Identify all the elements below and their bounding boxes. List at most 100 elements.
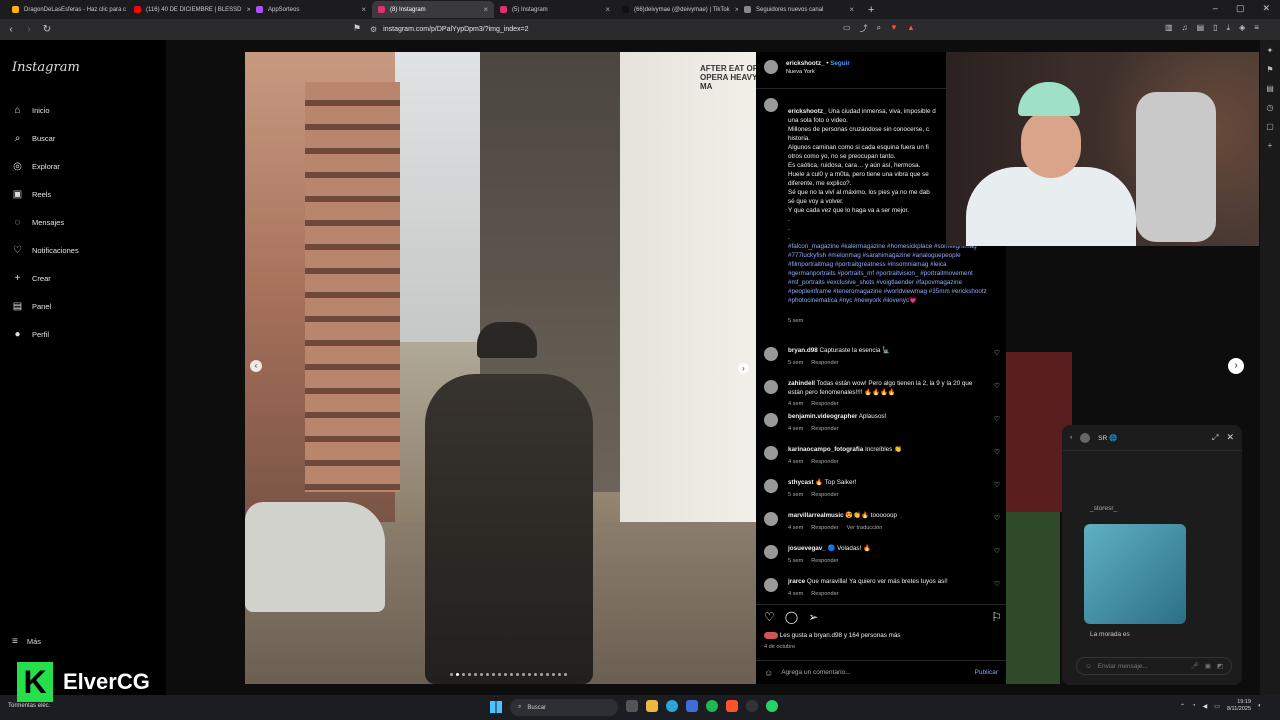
mic-icon[interactable]: 🎤︎ [1190, 662, 1198, 670]
weather-widget[interactable]: Tormentas eléc. [8, 703, 50, 709]
dm-avatar[interactable] [1080, 432, 1091, 443]
tab-close-icon[interactable]: × [483, 5, 488, 14]
reply-button[interactable]: Responder [811, 558, 838, 564]
sticker-icon[interactable]: ◩ [1217, 662, 1223, 670]
wifi-icon[interactable]: ◔ [1192, 703, 1196, 709]
comment-like-icon[interactable]: ♡ [994, 547, 1000, 555]
wallet-icon[interactable]: ◈ [1239, 23, 1245, 33]
share-icon[interactable]: ⤴ [860, 23, 868, 34]
follow-button[interactable]: Seguir [830, 60, 850, 67]
url-field[interactable]: ⚙ instagram.com/p/DPalYypDpm3/?img_index… [370, 22, 915, 37]
dm-shared-user[interactable]: _storesr_ [1090, 505, 1117, 512]
task-view-icon[interactable] [626, 700, 638, 712]
emoji-icon[interactable]: ☺ [1085, 663, 1092, 670]
likes-summary[interactable]: Les gusta a bryan.d98 y 164 personas más [764, 632, 901, 639]
tab-4[interactable]: (8) Instagram × [372, 1, 494, 18]
split-icon[interactable]: ▯ [1213, 23, 1217, 33]
dm-shared-image[interactable] [1084, 524, 1186, 624]
bookmarks-icon[interactable]: ⚑ [1266, 65, 1273, 74]
comment-like-icon[interactable]: ♡ [994, 349, 1000, 357]
reader-icon[interactable]: ▤ [1197, 23, 1205, 33]
obs-icon[interactable] [746, 700, 758, 712]
close-window-icon[interactable]: ✕ [1262, 3, 1270, 14]
comment-icon[interactable]: ◯ [785, 610, 798, 624]
commenter-avatar[interactable] [764, 545, 778, 559]
zoom-icon[interactable]: ⌕ [877, 23, 881, 34]
reply-button[interactable]: Responder [811, 525, 838, 531]
tab-7[interactable]: Seguidores nuevos canal × [738, 1, 860, 18]
sidebar-item-reels[interactable]: ▣ Reels [12, 180, 79, 208]
reload-icon[interactable]: ↻ [40, 24, 54, 35]
sidebar-item-panel[interactable]: ▤ Panel [12, 292, 79, 320]
reading-list-icon[interactable]: ▤ [1266, 84, 1274, 93]
tab-5[interactable]: (5) Instagram × [494, 1, 616, 18]
tab-2[interactable]: (116) 40 DE DICIEMBRE | BLESSD × [128, 1, 250, 18]
tab-6[interactable]: (66)deivymae (@deivymae) | TikTok × [616, 1, 738, 18]
brave-icon[interactable] [726, 700, 738, 712]
minimize-icon[interactable]: – [1213, 3, 1218, 14]
tab-close-icon[interactable]: × [361, 5, 366, 14]
comment-like-icon[interactable]: ♡ [994, 580, 1000, 588]
volume-icon[interactable]: ◀ [1203, 703, 1208, 710]
carousel-next-icon[interactable]: › [738, 363, 749, 374]
notification-icon[interactable]: ◐ [1258, 703, 1262, 709]
comment-username[interactable]: sthycast [788, 479, 814, 486]
battery-icon[interactable]: ▭ [1214, 703, 1220, 710]
comment-like-icon[interactable]: ♡ [994, 415, 1000, 423]
sidebar-item-notificaciones[interactable]: ♡ Notificaciones [12, 236, 79, 264]
add-panel-icon[interactable]: + [1268, 141, 1273, 150]
image-icon[interactable]: ▣ [1205, 662, 1211, 670]
save-icon[interactable]: ⚐ [991, 610, 1002, 624]
reply-button[interactable]: Responder [811, 426, 838, 432]
next-post-icon[interactable]: › [1228, 358, 1244, 374]
commenter-avatar[interactable] [764, 479, 778, 493]
dm-input[interactable]: ☺ Enviar mensaje... 🎤︎ ▣ ◩ [1076, 657, 1232, 675]
dm-back-icon[interactable]: ‹ [1070, 434, 1072, 441]
post-image[interactable]: AFTER EAT OR OPERA HEAVY MA [245, 52, 756, 684]
caption-hashtags[interactable]: #falcon_magazine #kalermagazine #homesic… [788, 242, 988, 305]
history-icon[interactable]: ◷ [1267, 103, 1274, 112]
sidebar-item-more[interactable]: ≡ Más [12, 636, 41, 647]
comment-username[interactable]: marvillarrealmusic [788, 512, 844, 519]
commenter-avatar[interactable] [764, 347, 778, 361]
see-translation-button[interactable]: Ver traducción [847, 525, 883, 531]
store-icon[interactable] [686, 700, 698, 712]
comment-like-icon[interactable]: ♡ [994, 382, 1000, 390]
sidebar-toggle-icon[interactable]: ▥ [1165, 23, 1173, 33]
tab-3[interactable]: AppSorteos × [250, 1, 372, 18]
tab-close-icon[interactable]: × [605, 5, 610, 14]
commenter-avatar[interactable] [764, 446, 778, 460]
forward-icon[interactable]: › [22, 24, 36, 35]
commenter-avatar[interactable] [764, 512, 778, 526]
comment-username[interactable]: josuevegav_ [788, 545, 826, 552]
site-info-icon[interactable]: ⚙ [370, 25, 377, 34]
maximize-icon[interactable]: ▢ [1236, 3, 1245, 14]
reply-button[interactable]: Responder [811, 360, 838, 366]
author-avatar[interactable] [764, 98, 778, 112]
comment-username[interactable]: benjamin.videographer [788, 413, 857, 420]
commenter-avatar[interactable] [764, 578, 778, 592]
sidebar-item-mensajes[interactable]: ◌ Mensajes [12, 208, 79, 236]
author-avatar[interactable] [764, 60, 778, 74]
rewards-icon[interactable]: ▲ [907, 23, 915, 34]
dm-expand-icon[interactable]: ⤢ [1212, 433, 1218, 443]
menu-icon[interactable]: ≡ [1254, 23, 1259, 33]
carousel-prev-icon[interactable]: ‹ [250, 360, 262, 372]
reply-button[interactable]: Responder [811, 401, 838, 407]
commenter-avatar[interactable] [764, 380, 778, 394]
comment-username[interactable]: bryan.d98 [788, 347, 818, 354]
comment-like-icon[interactable]: ♡ [994, 514, 1000, 522]
reply-button[interactable]: Responder [811, 492, 838, 498]
windows-start-icon[interactable] [490, 701, 502, 713]
caption-author[interactable]: erickshootz_ [788, 108, 827, 115]
brave-shield-icon[interactable]: ▼ [890, 23, 898, 34]
spotify-icon[interactable] [706, 700, 718, 712]
leo-icon[interactable]: ✦ [1267, 46, 1274, 55]
post-location[interactable]: Nueva York [786, 69, 850, 75]
edge-icon[interactable] [666, 700, 678, 712]
comment-like-icon[interactable]: ♡ [994, 481, 1000, 489]
notes-icon[interactable]: ▢ [1266, 122, 1274, 131]
sidebar-item-crear[interactable]: + Crear [12, 264, 79, 292]
comment-username[interactable]: jrarce [788, 578, 805, 585]
install-icon[interactable]: ▭ [843, 23, 851, 34]
